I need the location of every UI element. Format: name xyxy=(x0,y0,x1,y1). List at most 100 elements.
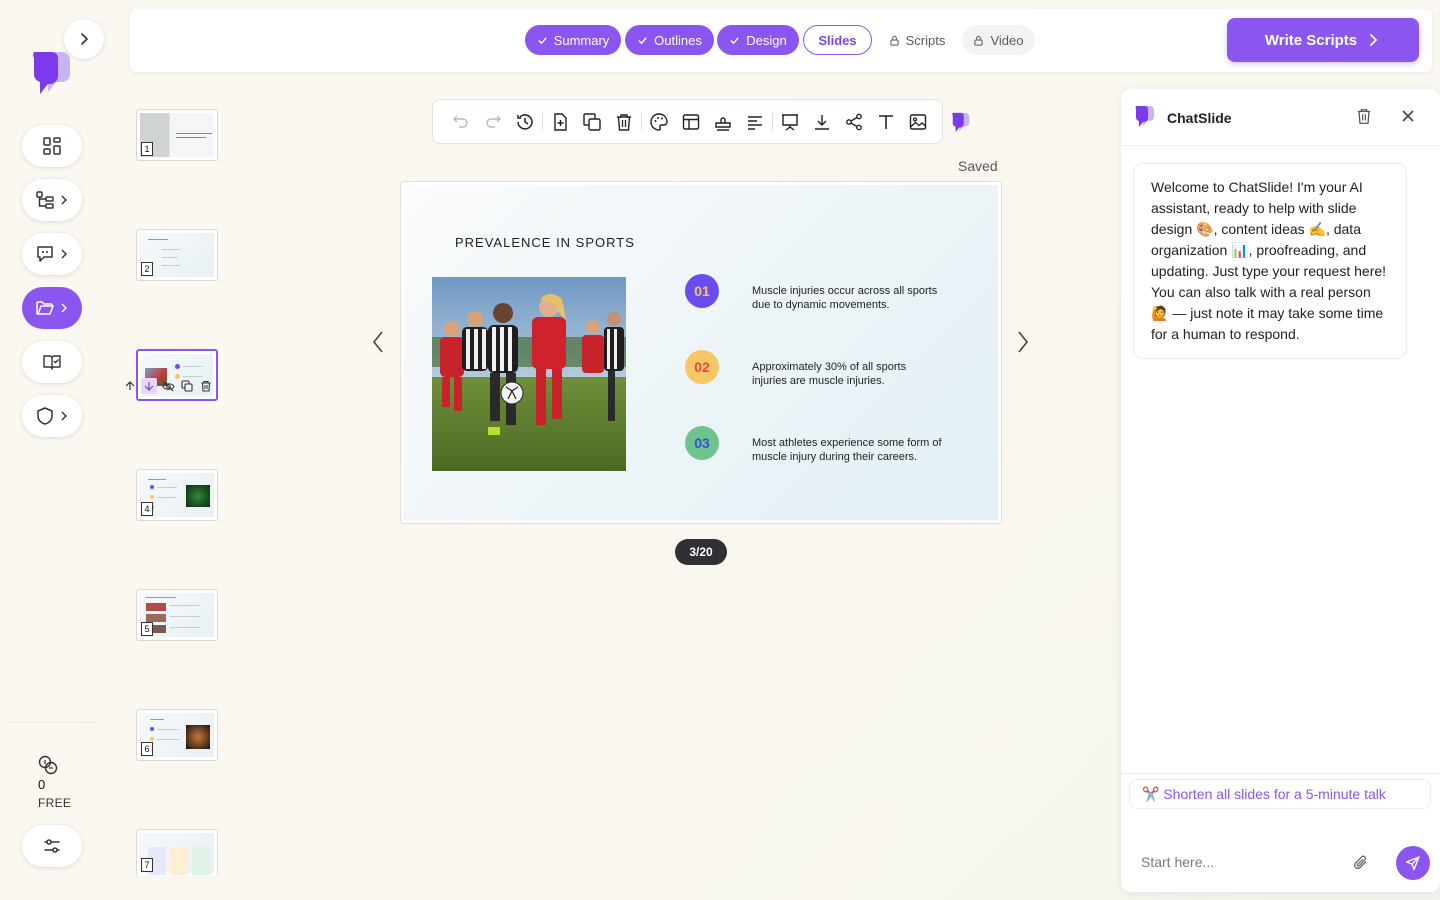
sidebar-item-library[interactable] xyxy=(22,341,82,383)
step-label: Design xyxy=(746,32,787,48)
delete-icon[interactable] xyxy=(198,378,214,394)
chat-suggestion-chip[interactable]: ✂️ Shorten all slides for a 5-minute tal… xyxy=(1129,779,1431,809)
step-outlines[interactable]: Outlines xyxy=(625,25,714,55)
check-icon xyxy=(730,36,739,44)
add-page-icon xyxy=(554,112,567,131)
step-scripts[interactable]: Scripts xyxy=(876,25,958,55)
book-check-icon xyxy=(43,355,61,370)
step-label: Slides xyxy=(818,32,857,48)
step-label: Scripts xyxy=(905,32,946,48)
move-up-icon[interactable] xyxy=(122,378,138,394)
save-status: Saved xyxy=(958,158,998,174)
sidebar-item-dashboard[interactable] xyxy=(22,125,82,167)
image-button[interactable] xyxy=(902,106,934,138)
plan-label: FREE xyxy=(38,796,72,810)
move-down-icon[interactable] xyxy=(141,378,157,394)
slide-thumbnail-5[interactable]: 5 xyxy=(136,589,218,641)
chat-header: ChatSlide xyxy=(1121,89,1440,146)
step-video[interactable]: Video xyxy=(962,25,1035,55)
editor-toolbar xyxy=(432,99,943,144)
align-left-icon xyxy=(748,115,762,130)
text-button[interactable] xyxy=(870,106,902,138)
slide-canvas[interactable]: PREVALENCE IN SPORTS 01 Muscle injuries … xyxy=(400,181,1002,524)
lock-icon xyxy=(974,35,984,46)
send-button[interactable] xyxy=(1396,846,1430,880)
project-tree-icon xyxy=(36,191,54,209)
share-button[interactable] xyxy=(838,106,870,138)
previous-slide-button[interactable] xyxy=(364,322,392,362)
toolbar-divider xyxy=(542,112,543,131)
layout-icon xyxy=(682,113,700,130)
sidebar-item-security[interactable] xyxy=(22,395,82,437)
slide-thumbnail-7[interactable]: 7 xyxy=(136,829,218,876)
copy-icon xyxy=(583,112,601,131)
point-text-2[interactable]: Approximately 30% of all sports injuries… xyxy=(752,361,942,388)
point-text-3[interactable]: Most athletes experience some form of mu… xyxy=(752,437,942,464)
slide-title[interactable]: PREVALENCE IN SPORTS xyxy=(455,235,635,250)
present-button[interactable] xyxy=(774,106,806,138)
write-scripts-button[interactable]: Write Scripts xyxy=(1227,18,1419,62)
step-design[interactable]: Design xyxy=(717,25,799,55)
duplicate-icon[interactable] xyxy=(179,378,195,394)
sidebar-item-projects[interactable] xyxy=(22,179,82,221)
next-slide-button[interactable] xyxy=(1009,322,1037,362)
thumbnail-number: 5 xyxy=(141,622,153,636)
step-slides[interactable]: Slides xyxy=(803,25,872,55)
add-slide-button[interactable] xyxy=(544,106,576,138)
clear-chat-button[interactable] xyxy=(1355,107,1373,125)
point-text-1[interactable]: Muscle injuries occur across all sports … xyxy=(752,285,942,312)
slide-background: PREVALENCE IN SPORTS 01 Muscle injuries … xyxy=(404,185,998,520)
sidebar-item-folder[interactable] xyxy=(22,287,82,329)
chevron-right-icon xyxy=(61,249,67,259)
sidebar-item-chat[interactable] xyxy=(22,233,82,275)
theme-button[interactable] xyxy=(643,106,675,138)
lock-icon xyxy=(889,35,899,46)
slide-thumbnail-2[interactable]: 2 xyxy=(136,229,218,281)
chevron-left-icon xyxy=(372,331,383,353)
folder-icon xyxy=(36,301,54,315)
thumbnail-number: 6 xyxy=(141,742,153,756)
redo-button[interactable] xyxy=(477,106,509,138)
step-label: Outlines xyxy=(654,32,702,48)
thumbnail-number: 4 xyxy=(141,502,153,516)
undo-icon xyxy=(453,115,468,128)
chat-input[interactable] xyxy=(1129,845,1349,879)
slide-thumbnail-4[interactable]: 4 xyxy=(136,469,218,521)
template-button[interactable] xyxy=(707,106,739,138)
align-button[interactable] xyxy=(739,106,771,138)
settings-button[interactable] xyxy=(22,825,82,867)
download-icon xyxy=(815,114,829,130)
point-badge-3: 03 xyxy=(685,426,719,460)
chatslide-logo xyxy=(28,48,76,96)
paperclip-icon xyxy=(1354,855,1367,870)
delete-slide-button[interactable] xyxy=(608,106,640,138)
shield-icon xyxy=(37,407,53,425)
step-label: Video xyxy=(990,32,1024,48)
undo-button[interactable] xyxy=(445,106,477,138)
slide-photo-soccer-players[interactable] xyxy=(432,277,626,471)
trash-icon xyxy=(1357,109,1371,124)
check-icon xyxy=(538,36,547,44)
hide-icon[interactable] xyxy=(160,378,176,394)
download-button[interactable] xyxy=(806,106,838,138)
sliders-icon xyxy=(44,839,60,853)
stamp-icon xyxy=(715,116,731,131)
ai-assistant-icon[interactable] xyxy=(950,111,972,133)
send-icon xyxy=(1405,856,1420,871)
thumbnail-number: 1 xyxy=(141,142,153,156)
chevron-right-icon xyxy=(61,195,67,205)
slide-thumbnail-1[interactable]: 1 xyxy=(136,109,218,161)
attach-button[interactable] xyxy=(1352,854,1370,872)
close-icon xyxy=(1402,110,1414,122)
page-indicator: 3/20 xyxy=(675,539,727,565)
chevron-right-icon xyxy=(81,33,89,45)
layout-button[interactable] xyxy=(675,106,707,138)
history-button[interactable] xyxy=(509,106,541,138)
toolbar-divider xyxy=(772,112,773,131)
step-summary[interactable]: Summary xyxy=(525,25,621,55)
trash-icon xyxy=(617,113,631,131)
duplicate-slide-button[interactable] xyxy=(576,106,608,138)
history-icon xyxy=(517,113,533,130)
close-chat-button[interactable] xyxy=(1400,108,1416,124)
slide-thumbnail-6[interactable]: 6 xyxy=(136,709,218,761)
